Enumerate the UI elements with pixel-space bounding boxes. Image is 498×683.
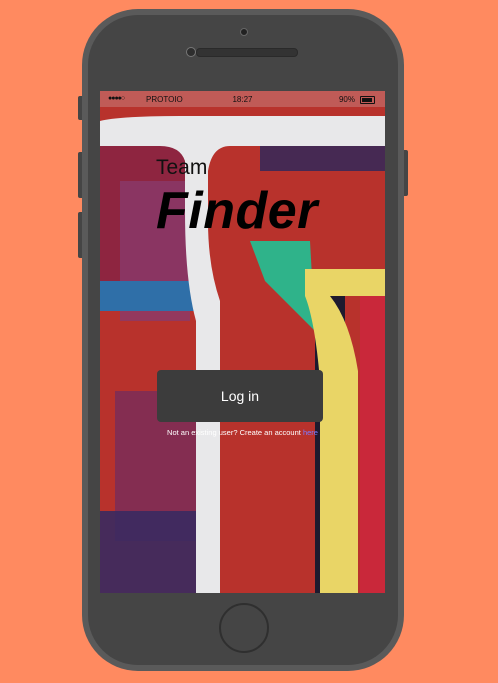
home-button[interactable] <box>219 603 269 653</box>
signup-prompt-text: Not an existing user? Create an account <box>167 428 303 437</box>
login-button[interactable]: Log in <box>157 370 323 422</box>
power-button <box>404 150 408 196</box>
camera-icon <box>240 28 248 36</box>
volume-down-button <box>78 212 82 258</box>
signup-link[interactable]: here <box>303 428 318 437</box>
background-artwork <box>100 91 385 593</box>
status-bar: ●●●●○ PROTOIO 18:27 90% <box>100 91 385 107</box>
front-camera-icon <box>186 47 196 57</box>
signup-prompt: Not an existing user? Create an account … <box>100 428 385 437</box>
earpiece-speaker <box>196 48 298 57</box>
mute-switch <box>78 96 82 120</box>
volume-up-button <box>78 152 82 198</box>
phone-screen: ●●●●○ PROTOIO 18:27 90% Team Finder Log … <box>100 91 385 593</box>
app-title-big: Finder <box>156 182 318 240</box>
battery-percentage: 90% <box>338 95 355 104</box>
battery-icon <box>360 96 375 104</box>
app-title-small: Team <box>156 156 208 179</box>
